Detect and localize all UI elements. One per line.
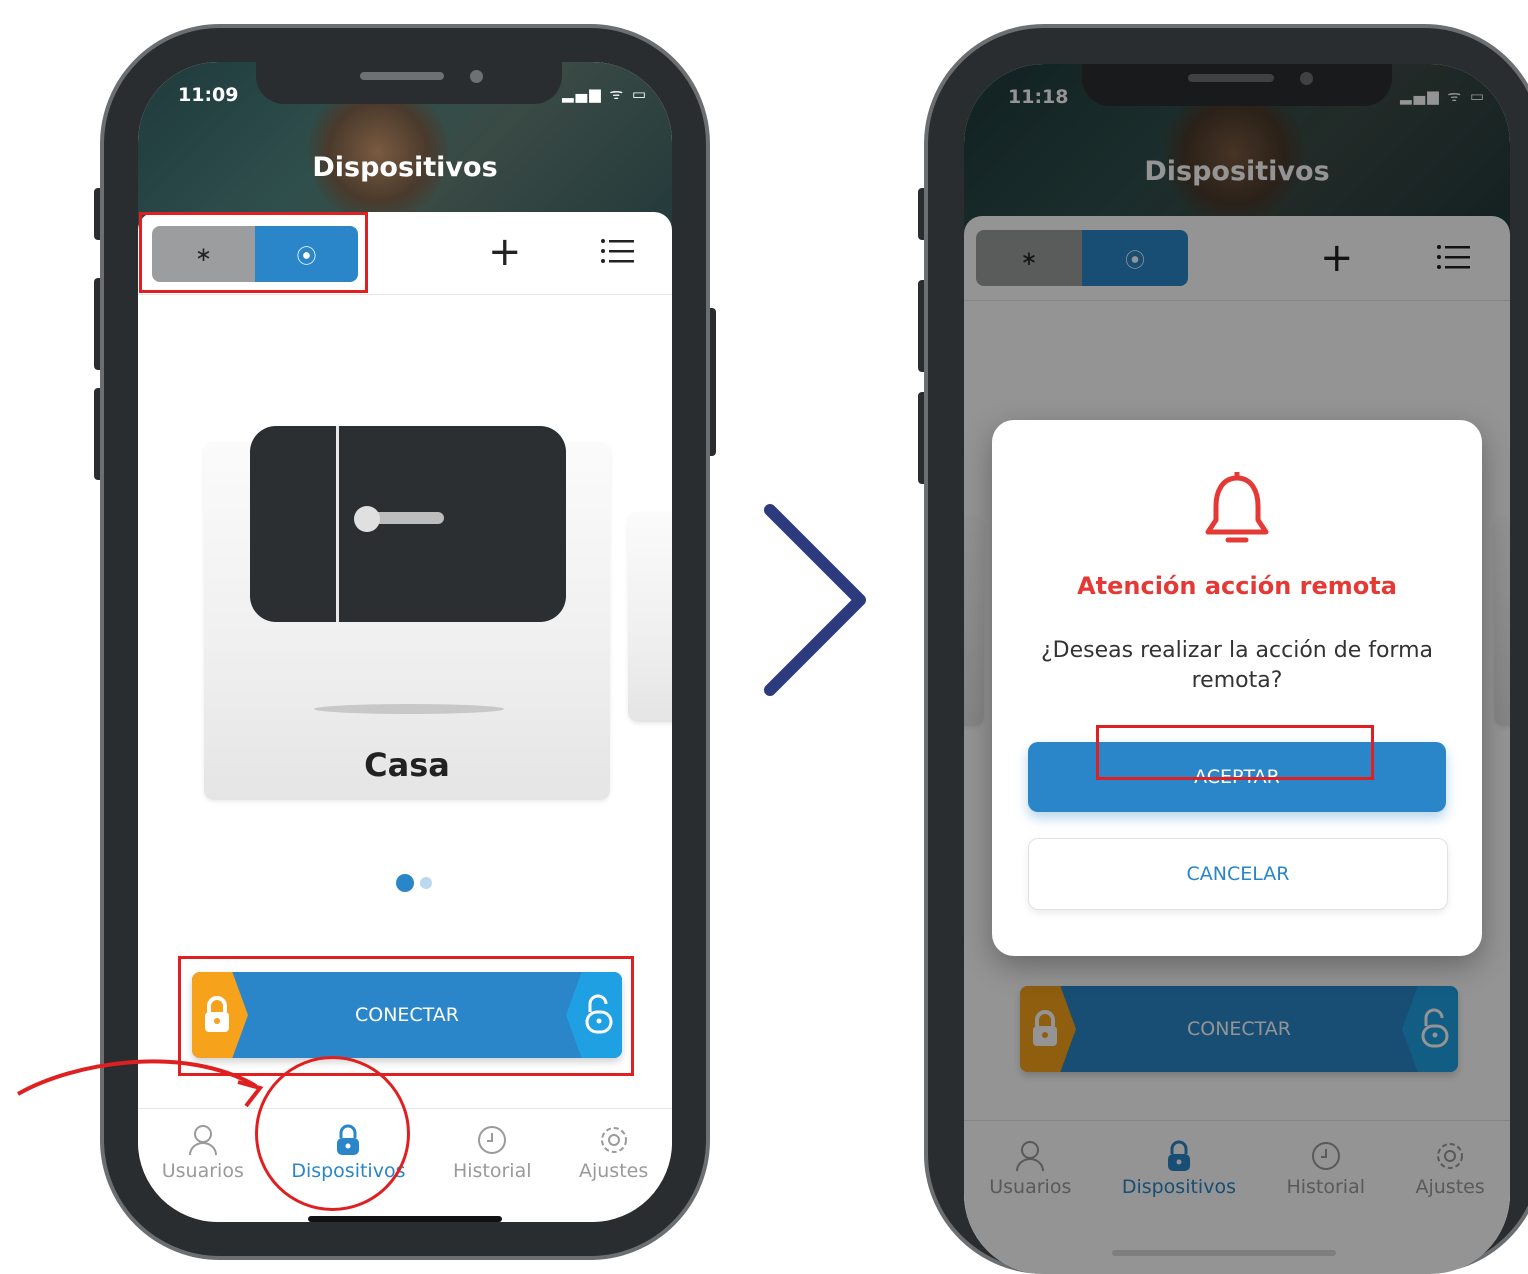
cancel-button[interactable]: CANCELAR	[1028, 838, 1448, 910]
status-time: 11:09	[178, 84, 239, 106]
dialog-message: ¿Deseas realizar la acción de forma remo…	[1041, 638, 1433, 693]
device-name: Casa	[364, 746, 450, 784]
list-icon[interactable]	[600, 238, 634, 264]
right-phone-screen: 11:18 ▂▄▆ ᯤ ▭ Dispositivos ∗ ⦿ + CONECTA…	[964, 64, 1510, 1274]
dialog-title: Atención acción remota	[1077, 572, 1397, 600]
next-device-card-peek[interactable]	[628, 512, 672, 722]
remote-action-dialog: Atención acción remota ¿Deseas realizar …	[992, 420, 1482, 956]
right-phone-frame: 11:18 ▂▄▆ ᯤ ▭ Dispositivos ∗ ⦿ + CONECTA…	[924, 24, 1528, 1274]
carousel-dot-active[interactable]	[396, 874, 414, 892]
notch	[256, 62, 562, 104]
tab-label: Historial	[452, 1160, 532, 1182]
device-card[interactable]: Casa	[204, 426, 610, 800]
smart-lock-image	[250, 426, 566, 622]
user-icon	[188, 1125, 217, 1156]
tab-usuarios[interactable]: Usuarios	[162, 1124, 244, 1182]
highlight-accept-button	[1096, 725, 1374, 780]
history-icon	[478, 1126, 507, 1154]
tab-historial[interactable]: Historial	[453, 1124, 532, 1182]
home-indicator	[308, 1216, 502, 1222]
status-icons: ▂▄▆ ᯤ ▭	[562, 85, 649, 103]
carousel-dot[interactable]	[420, 877, 432, 889]
divider	[138, 294, 672, 295]
gear-icon	[600, 1127, 627, 1153]
page-title: Dispositivos	[312, 152, 498, 183]
bell-icon	[1205, 472, 1269, 543]
highlight-connection-toggle	[139, 212, 368, 293]
lock-shadow	[314, 704, 504, 714]
pointer-arrow-icon	[17, 1059, 264, 1108]
tab-label: Ajustes	[578, 1160, 649, 1182]
tab-ajustes[interactable]: Ajustes	[579, 1124, 648, 1182]
carousel-dots[interactable]	[396, 874, 432, 892]
add-icon[interactable]: +	[488, 232, 522, 272]
tab-label: Usuarios	[161, 1160, 244, 1182]
next-step-chevron-icon	[764, 504, 866, 696]
